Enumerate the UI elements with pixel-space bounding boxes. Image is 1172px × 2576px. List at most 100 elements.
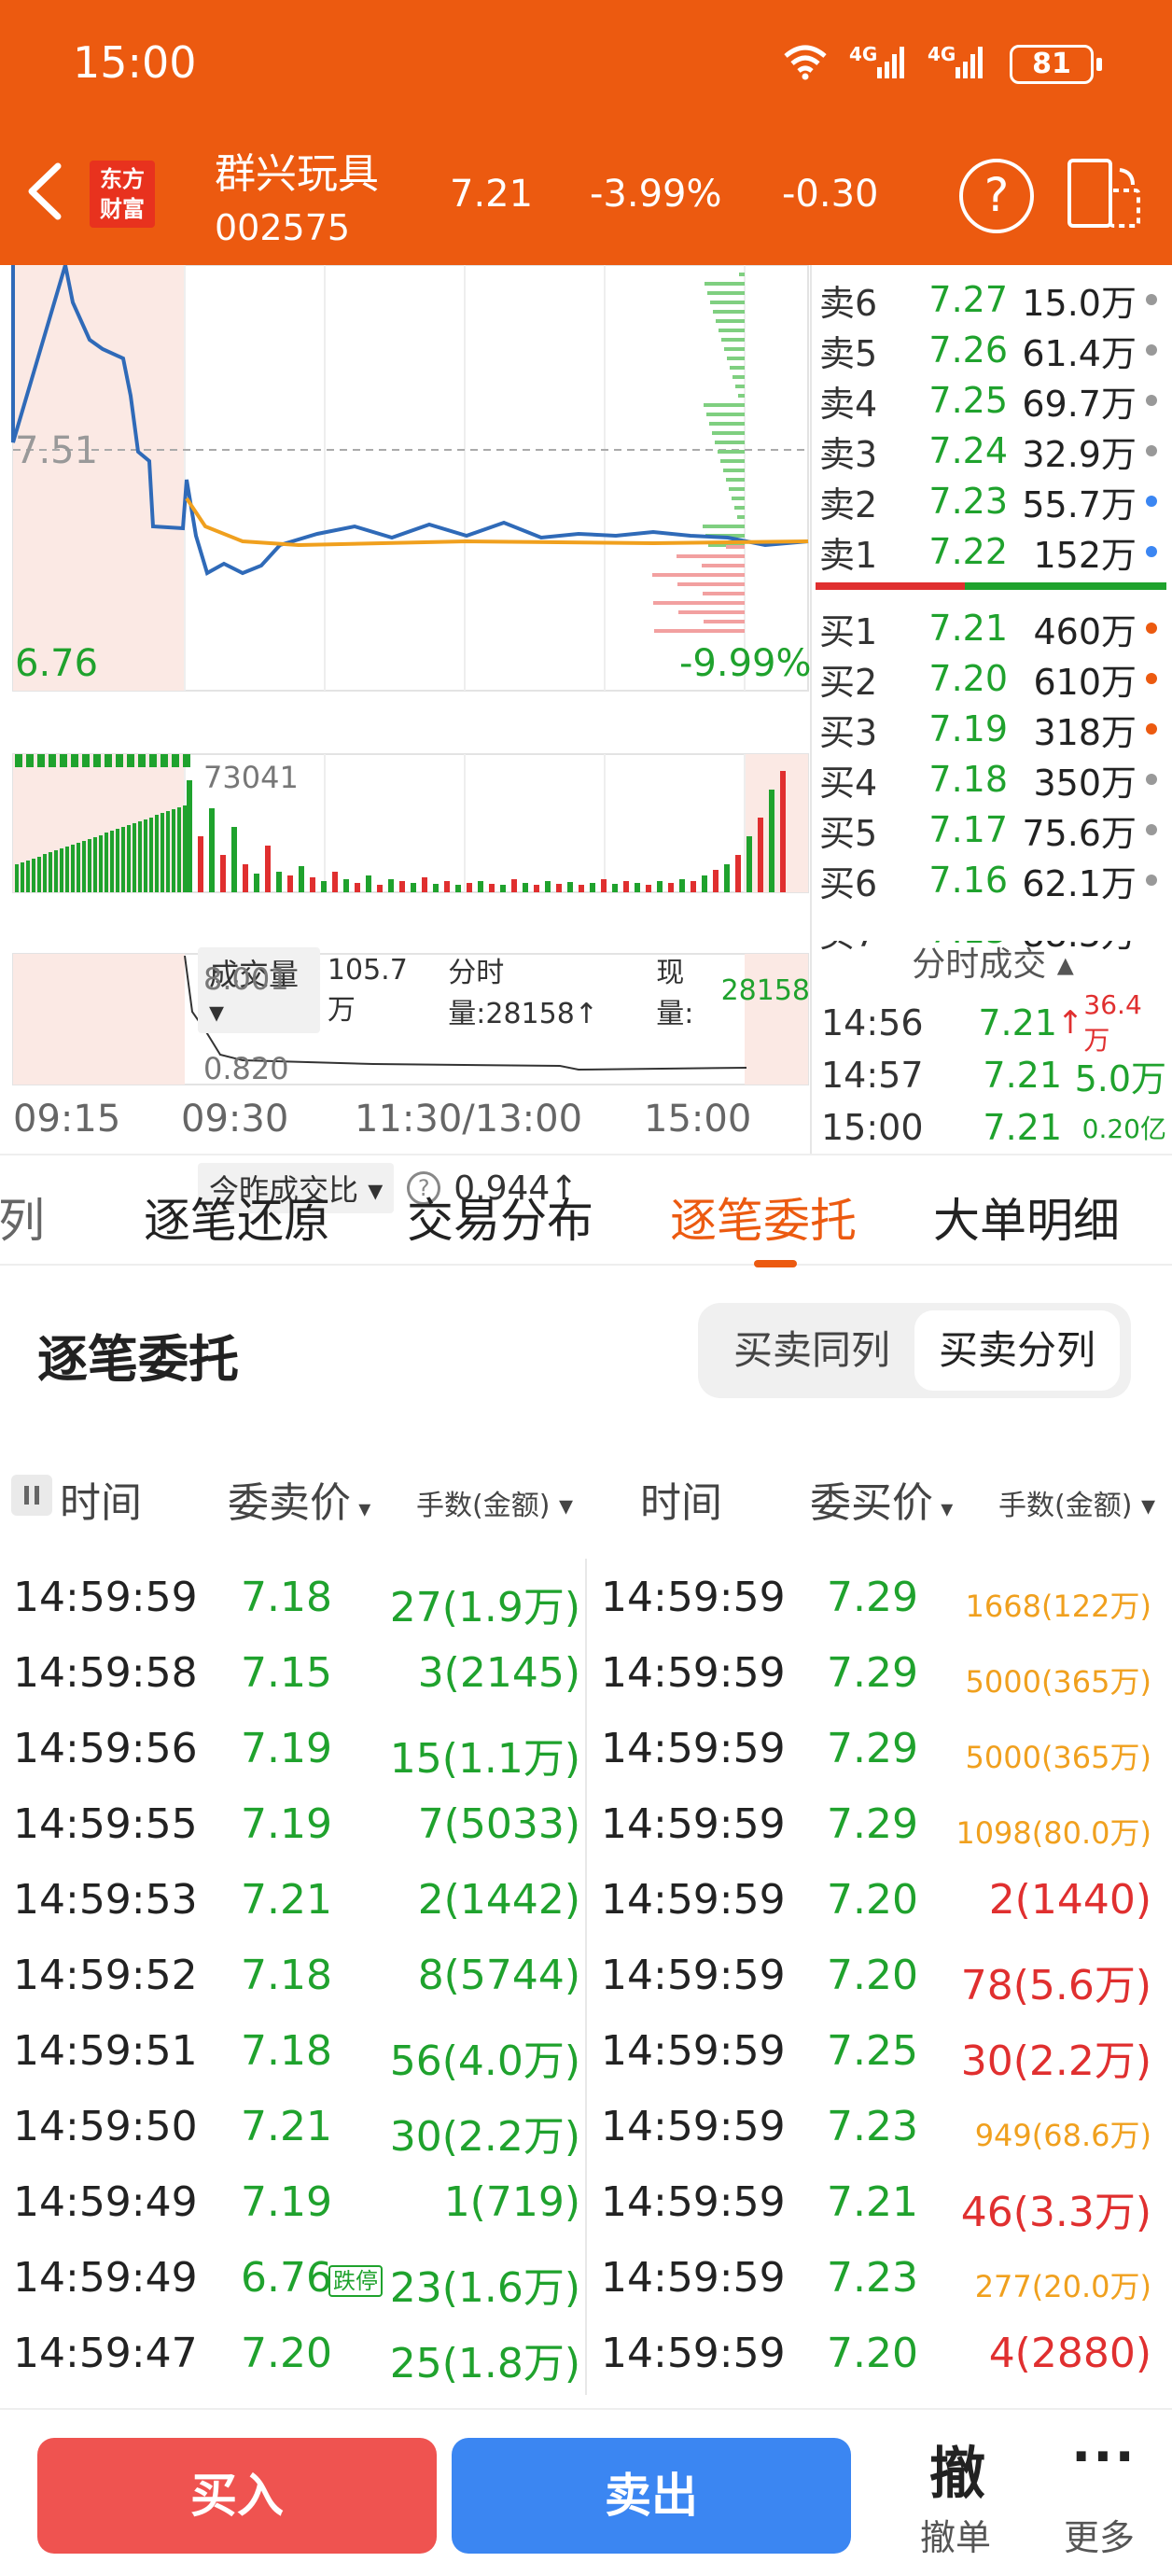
header-sell-time: 时间: [60, 1479, 142, 1527]
sell-row-time: 14:59:56: [13, 1725, 198, 1772]
sells-row[interactable]: 卖3 7.24 32.9万: [819, 426, 1166, 476]
buys-row[interactable]: 买4 7.18 350万: [819, 754, 1166, 805]
depth-bar-sell: [710, 301, 745, 304]
book-price: 7.27: [928, 279, 1008, 320]
buys-row[interactable]: 买2 7.20 610万: [819, 653, 1166, 704]
header-buy-time: 时间: [640, 1479, 722, 1527]
buy-row-price: 7.29: [827, 1649, 918, 1697]
book-level-label: 卖6: [819, 282, 878, 324]
depth-bar-buy: [678, 610, 745, 614]
sell-button[interactable]: 卖出: [452, 2438, 851, 2554]
buy-row-price: 7.23: [827, 2254, 918, 2302]
dot-icon: [1146, 723, 1157, 735]
ref-price-label: 7.51: [15, 429, 99, 472]
depth-bar-sell: [712, 431, 745, 435]
sell-row-amount: 3(2145): [417, 1649, 580, 1697]
volume-top-mark: [71, 754, 78, 767]
volume-bar: [276, 872, 282, 892]
book-price: 7.22: [928, 531, 1008, 572]
volume-bar: [691, 881, 696, 892]
cancel-order-icon[interactable]: 撤: [929, 2429, 985, 2510]
depth-bar-sell: [724, 347, 745, 351]
more-icon[interactable]: ···: [1071, 2427, 1137, 2487]
buy-row-price: 7.29: [827, 1725, 918, 1772]
volume-bar: [116, 829, 119, 892]
volume-bar: [265, 846, 271, 892]
sell-row-time: 14:59:53: [13, 1876, 198, 1924]
header-buy-price[interactable]: 委买价 ▾: [810, 1469, 953, 1529]
buys-row[interactable]: 买6 7.16 62.1万: [819, 855, 1166, 905]
volume-top-mark: [93, 754, 101, 767]
buys-row[interactable]: 买3 7.19 318万: [819, 704, 1166, 754]
toggle-same-column[interactable]: 买卖同列: [709, 1310, 914, 1391]
battery-icon: 81: [1010, 45, 1102, 84]
volume-bar: [455, 885, 461, 892]
ticks-toggle[interactable]: 分时成交 ▴: [812, 937, 1172, 986]
cancel-order-button[interactable]: 撤单: [920, 2509, 991, 2560]
tick-amount: 36.4万: [1083, 988, 1142, 1056]
sells-row[interactable]: 卖6 7.27 15.0万: [819, 274, 1166, 325]
order-book[interactable]: 卖6 7.27 15.0万 卖5 7.26 61.4万 卖4 7.25 69.7万 卖3 7.24 3…: [810, 265, 1172, 1154]
sell-row-time: 14:59:52: [13, 1952, 198, 1999]
volume-top-mark: [37, 754, 45, 767]
book-volume: 32.9万: [1022, 433, 1137, 475]
volume-top-mark: [60, 754, 67, 767]
caret-down-icon: ▾: [351, 1495, 371, 1523]
stock-code: 002575: [215, 207, 351, 248]
tab-tick-orders[interactable]: 逐笔委托: [670, 1183, 857, 1251]
header-sell-price[interactable]: 委卖价 ▾: [228, 1469, 370, 1529]
depth-bar-sell: [706, 413, 745, 416]
current-price: 7.21: [450, 173, 534, 216]
landscape-toggle-icon[interactable]: [1064, 157, 1142, 231]
volume-bar: [713, 870, 719, 892]
sells-row[interactable]: 卖4 7.25 69.7万: [819, 375, 1166, 426]
volume-bar: [623, 881, 629, 892]
more-button[interactable]: 更多: [1064, 2509, 1135, 2560]
header-sell-amount[interactable]: 手数(金额) ▾: [416, 1482, 573, 1523]
volume-bar: [32, 859, 35, 892]
header-buy-amount[interactable]: 手数(金额) ▾: [998, 1482, 1155, 1523]
sell-row-amount: 27(1.9万): [389, 1584, 580, 1631]
volume-bar: [133, 823, 136, 892]
sell-row-time: 14:59:50: [13, 2103, 198, 2150]
volume-bar: [15, 864, 19, 892]
toggle-split-column[interactable]: 买卖分列: [914, 1310, 1120, 1391]
volume-bar: [556, 884, 562, 892]
buy-button[interactable]: 买入: [37, 2438, 437, 2554]
buy-row-amount: 46(3.3万): [960, 2189, 1151, 2236]
help-icon[interactable]: ?: [959, 159, 1034, 233]
tab-queue[interactable]: 队列: [0, 1183, 45, 1251]
buy-row-amount: 4(2880): [988, 2330, 1151, 2377]
volume-bar: [299, 866, 304, 892]
volume-bar: [77, 843, 80, 892]
tab-trade-distribution[interactable]: 交易分布: [407, 1183, 593, 1251]
layout-toggle: 买卖同列 买卖分列: [698, 1303, 1131, 1398]
back-arrow-icon[interactable]: [22, 159, 69, 224]
volume-bar: [21, 862, 24, 892]
buys-row[interactable]: 买5 7.17 75.6万: [819, 805, 1166, 855]
app-logo: 东方财富: [90, 161, 155, 228]
sells-row[interactable]: 卖2 7.23 55.7万: [819, 476, 1166, 526]
volume-bar: [422, 877, 427, 892]
dot-icon: [1146, 344, 1157, 356]
volume-bar: [54, 850, 58, 892]
pause-icon[interactable]: [11, 1475, 52, 1516]
sells-row[interactable]: 卖1 7.22 152万: [819, 526, 1166, 577]
sell-row-time: 14:59:49: [13, 2178, 198, 2226]
dot-icon: [1146, 294, 1157, 305]
tab-big-orders[interactable]: 大单明细: [933, 1183, 1120, 1251]
intraday-chart[interactable]: 7.51 6.76 -9.99% 成交量 ▾ 105.7万 分时量:28158↑…: [0, 265, 812, 1213]
sells-row[interactable]: 卖5 7.26 61.4万: [819, 325, 1166, 375]
volume-bar: [88, 839, 91, 892]
buys-row[interactable]: 买1 7.21 460万: [819, 603, 1166, 653]
volume-bar: [646, 885, 651, 892]
buy-row-time: 14:59:59: [601, 1574, 786, 1621]
depth-bar-sell: [719, 329, 745, 332]
volume-bar: [209, 808, 215, 892]
sell-row-amount: 15(1.1万): [389, 1735, 580, 1783]
tab-tick-restore[interactable]: 逐笔还原: [144, 1183, 330, 1251]
volume-bar: [155, 815, 159, 892]
tick-amount: 0.20亿: [1081, 1113, 1166, 1144]
volume-bar: [243, 864, 248, 892]
buy-row-time: 14:59:59: [601, 1649, 786, 1697]
